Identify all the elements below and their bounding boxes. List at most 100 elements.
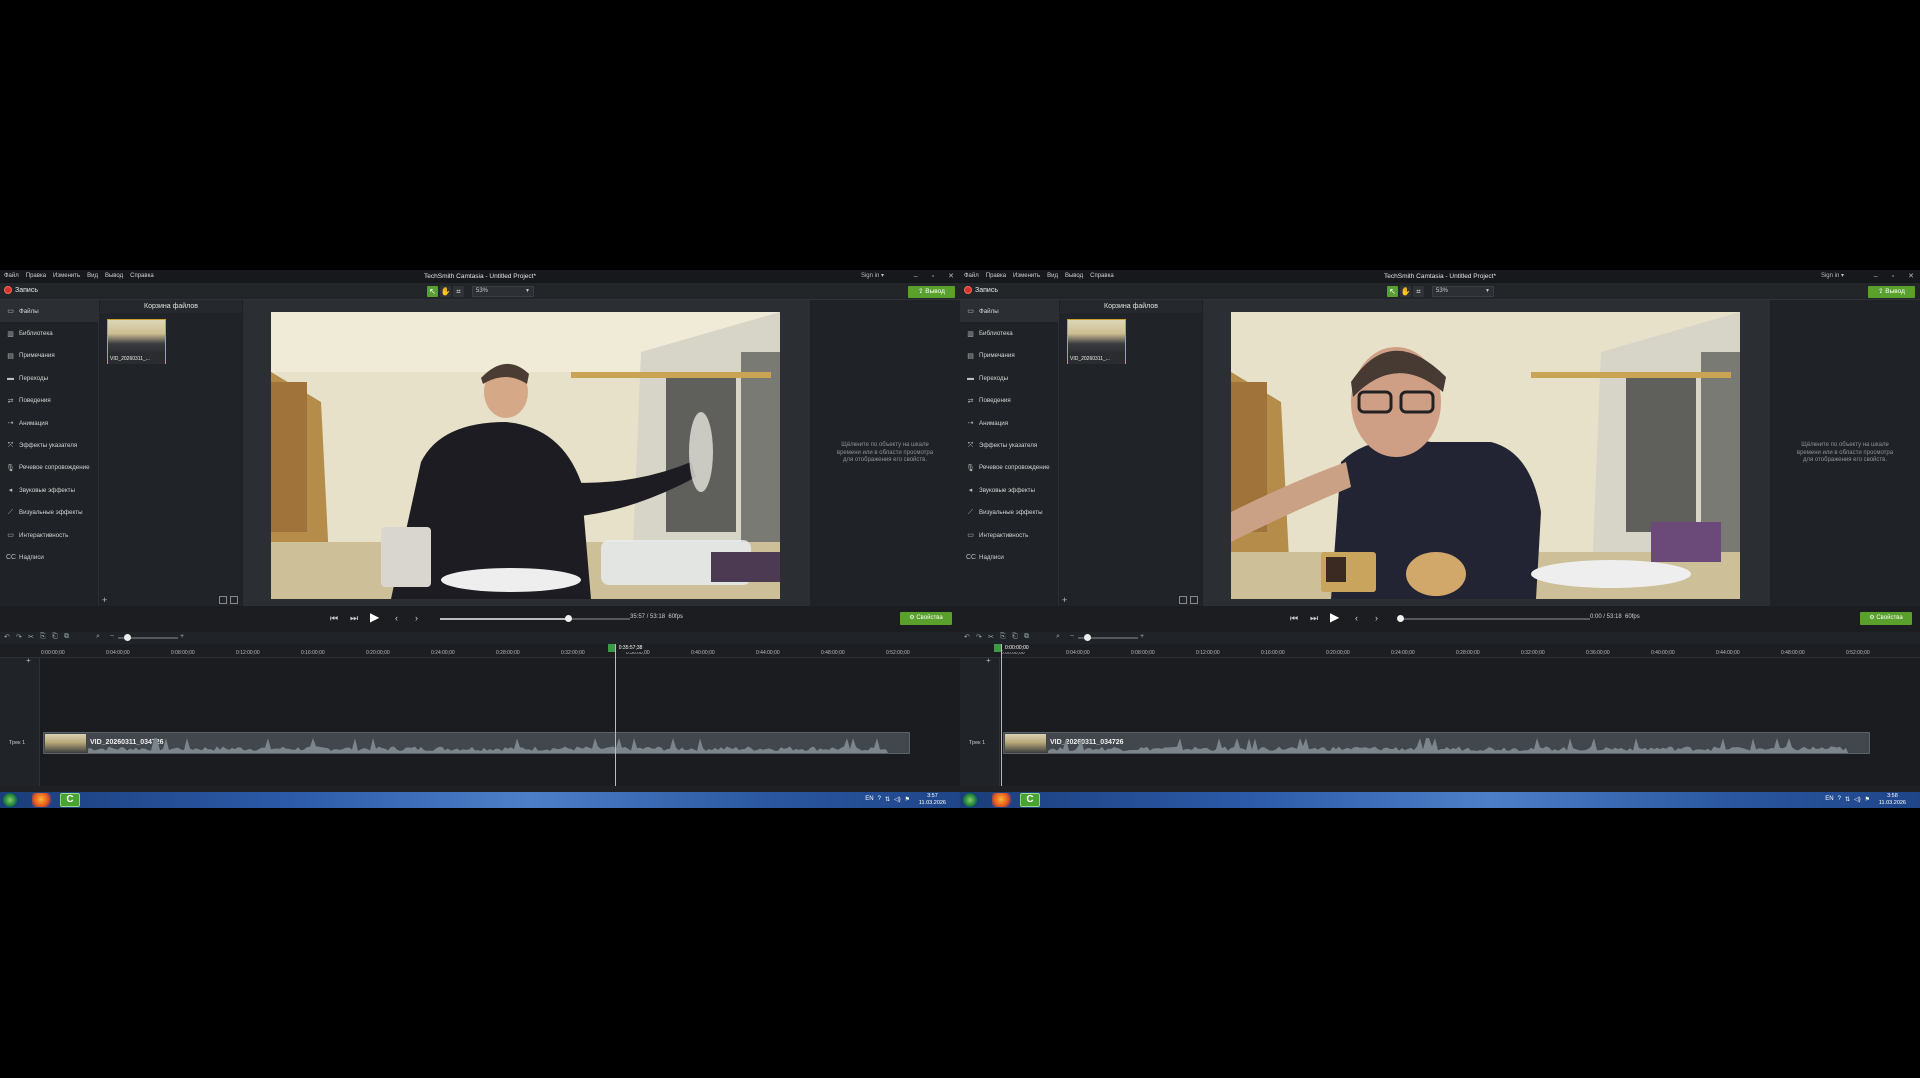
list-view-icon[interactable] xyxy=(1190,596,1198,604)
clock[interactable]: 3:57 11.03.2026 xyxy=(919,793,946,807)
volume-icon[interactable]: ◁) xyxy=(1854,796,1861,803)
playhead-handle[interactable] xyxy=(994,644,1001,652)
grid-view-icon[interactable] xyxy=(219,596,227,604)
play-icon[interactable]: ▶ xyxy=(370,610,379,624)
timeline-ruler[interactable]: 0:00:00;00 0:04:00;00 0:08:00;00 0:12:00;00… xyxy=(0,644,960,658)
previous-frame-icon[interactable]: ‹ xyxy=(1355,613,1358,623)
zoom-icon[interactable]: ⌕ xyxy=(96,633,100,641)
media-clip[interactable]: VID_20260311_034726 xyxy=(43,732,910,754)
sidebar-item[interactable]: ▭ Интерактивность xyxy=(0,524,98,546)
cut-icon[interactable]: ✂ xyxy=(28,633,34,641)
help-icon[interactable]: ? xyxy=(878,796,881,803)
media-thumbnail[interactable]: VID_20260311_... xyxy=(1067,319,1126,364)
sidebar-item[interactable]: ▤ Примечания xyxy=(960,345,1058,367)
playback-scrubber[interactable] xyxy=(440,615,630,622)
undo-icon[interactable]: ↶ xyxy=(4,633,10,641)
camtasia-icon[interactable]: C xyxy=(60,793,80,807)
minimize-icon[interactable]: – xyxy=(914,270,918,283)
crop-icon[interactable]: ⌗ xyxy=(453,286,464,297)
copy-icon[interactable]: ⎘ xyxy=(1000,633,1006,641)
add-media-icon[interactable]: + xyxy=(102,595,107,605)
list-view-icon[interactable] xyxy=(230,596,238,604)
playhead-handle[interactable] xyxy=(607,644,615,652)
maximize-icon[interactable]: ▫ xyxy=(932,270,934,283)
zoom-handle[interactable] xyxy=(1084,634,1091,641)
preview-canvas[interactable] xyxy=(243,300,810,606)
sidebar-item[interactable]: ⇢ Анимация xyxy=(960,412,1058,434)
sidebar-item[interactable]: ▥ Библиотека xyxy=(0,322,98,344)
sidebar-item[interactable]: ⇢ Анимация xyxy=(0,412,98,434)
paste-icon[interactable]: ⎗ xyxy=(52,633,58,641)
preview-canvas[interactable] xyxy=(1203,300,1770,606)
next-frame-icon[interactable]: › xyxy=(1375,613,1378,623)
zoom-select[interactable]: 53% ▼ xyxy=(1432,286,1494,297)
next-frame-icon[interactable]: › xyxy=(415,613,418,623)
zoom-out-icon[interactable]: − xyxy=(110,633,114,640)
pointer-icon[interactable]: ↖ xyxy=(1387,286,1398,297)
sidebar-item[interactable]: ◂ Звуковые эффекты xyxy=(0,479,98,501)
previous-frame-icon[interactable]: ‹ xyxy=(395,613,398,623)
maximize-icon[interactable]: ▫ xyxy=(1892,270,1894,283)
sidebar-item[interactable]: CC Надписи xyxy=(960,546,1058,568)
camtasia-icon[interactable]: C xyxy=(1020,793,1040,807)
video-preview[interactable] xyxy=(1231,312,1740,599)
split-icon[interactable]: ⧉ xyxy=(64,633,69,641)
sidebar-item[interactable]: ⇄ Поведения xyxy=(0,390,98,412)
sidebar-item[interactable]: ▭ Интерактивность xyxy=(960,524,1058,546)
media-thumbnail[interactable]: VID_20260311_... xyxy=(107,319,166,364)
cut-icon[interactable]: ✂ xyxy=(988,633,994,641)
sidebar-item[interactable]: ⇄ Поведения xyxy=(960,390,1058,412)
language-indicator[interactable]: EN xyxy=(1825,796,1833,803)
export-button[interactable]: ⇪ Вывод xyxy=(1868,286,1915,298)
zoom-out-icon[interactable]: − xyxy=(1070,633,1074,640)
language-indicator[interactable]: EN xyxy=(865,796,873,803)
sidebar-item[interactable]: ⟋ Визуальные эффекты xyxy=(960,502,1058,524)
sidebar-item[interactable]: ▬ Переходы xyxy=(0,367,98,389)
add-track-icon[interactable]: + xyxy=(986,656,991,665)
minimize-icon[interactable]: – xyxy=(1874,270,1878,283)
sidebar-item[interactable]: ▭ Файлы xyxy=(960,300,1058,323)
zoom-select[interactable]: 53% ▼ xyxy=(472,286,534,297)
close-icon[interactable]: ✕ xyxy=(948,270,954,283)
properties-button[interactable]: ⚙ Свойства xyxy=(900,612,952,625)
start-button[interactable] xyxy=(963,793,977,807)
sidebar-item[interactable]: ⤧ Эффекты указателя xyxy=(0,434,98,456)
volume-icon[interactable]: ◁) xyxy=(894,796,901,803)
sidebar-item[interactable]: ▭ Файлы xyxy=(0,300,98,323)
start-button[interactable] xyxy=(3,793,17,807)
record-button[interactable]: Запись xyxy=(964,286,998,294)
step-forward-icon[interactable]: ⏭ xyxy=(350,613,358,624)
sidebar-item[interactable]: ⟋ Визуальные эффекты xyxy=(0,502,98,524)
timeline-zoom-slider[interactable] xyxy=(118,634,178,641)
step-forward-icon[interactable]: ⏭ xyxy=(1310,613,1318,624)
sidebar-item[interactable]: CC Надписи xyxy=(0,546,98,568)
flag-icon[interactable]: ⚑ xyxy=(905,796,910,803)
add-track-icon[interactable]: + xyxy=(26,656,31,665)
media-clip[interactable]: VID_20260311_034726 xyxy=(1003,732,1870,754)
redo-icon[interactable]: ↷ xyxy=(976,633,982,641)
timeline-zoom-slider[interactable] xyxy=(1078,634,1138,641)
timeline-ruler[interactable]: 0:00:00;00 0:04:00;00 0:08:00;00 0:12:00;00… xyxy=(960,644,1920,658)
split-icon[interactable]: ⧉ xyxy=(1024,633,1029,641)
hand-icon[interactable]: ✋ xyxy=(440,286,451,297)
hand-icon[interactable]: ✋ xyxy=(1400,286,1411,297)
sidebar-item[interactable]: ▥ Библиотека xyxy=(960,322,1058,344)
undo-icon[interactable]: ↶ xyxy=(964,633,970,641)
record-button[interactable]: Запись xyxy=(4,286,38,294)
export-button[interactable]: ⇪ Вывод xyxy=(908,286,955,298)
network-icon[interactable]: ⇅ xyxy=(885,796,890,803)
firefox-icon[interactable] xyxy=(32,793,52,807)
sidebar-item[interactable]: ◂ Звуковые эффекты xyxy=(960,479,1058,501)
network-icon[interactable]: ⇅ xyxy=(1845,796,1850,803)
redo-icon[interactable]: ↷ xyxy=(16,633,22,641)
scrubber-handle[interactable] xyxy=(1397,615,1404,622)
clock[interactable]: 3:58 11.03.2026 xyxy=(1879,793,1906,807)
sidebar-item[interactable]: 🎙 Речевое сопровождение xyxy=(0,457,98,479)
sign-in-link[interactable]: Sign in ▾ xyxy=(861,270,884,283)
pointer-icon[interactable]: ↖ xyxy=(427,286,438,297)
properties-button[interactable]: ⚙ Свойства xyxy=(1860,612,1912,625)
zoom-in-icon[interactable]: + xyxy=(1140,633,1144,640)
grid-view-icon[interactable] xyxy=(1179,596,1187,604)
zoom-icon[interactable]: ⌕ xyxy=(1056,633,1060,641)
firefox-icon[interactable] xyxy=(992,793,1012,807)
